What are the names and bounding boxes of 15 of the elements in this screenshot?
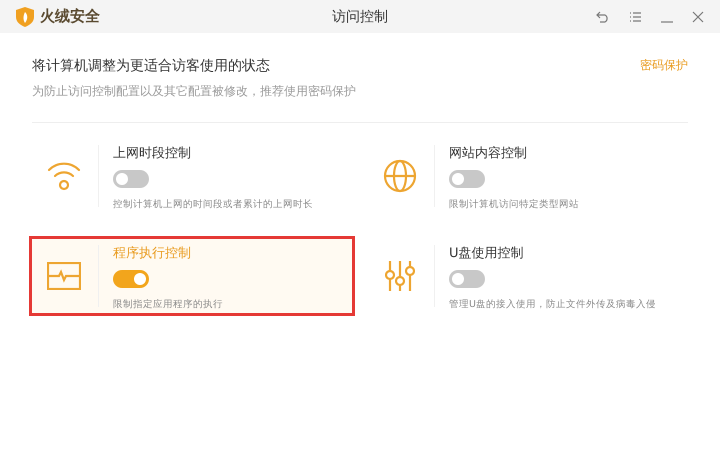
control-description: 限制计算机访问特定类型网站 <box>449 198 580 210</box>
brand-name: 火绒安全 <box>40 7 100 26</box>
control-title: U盘使用控制 <box>449 246 524 260</box>
page-heading: 将计算机调整为更适合访客使用的状态 <box>32 57 271 75</box>
control-card[interactable]: 上网时段控制 控制计算机上网的时间段或者累计的上网时长 <box>29 136 355 216</box>
control-description: 控制计算机上网的时间段或者累计的上网时长 <box>113 198 314 210</box>
control-title: 上网时段控制 <box>113 146 191 160</box>
control-title: 网站内容控制 <box>449 146 527 160</box>
control-card[interactable]: U盘使用控制 管理U盘的接入使用，防止文件外传及病毒入侵 <box>365 236 691 316</box>
control-description: 限制指定应用程序的执行 <box>113 298 224 310</box>
page-description: 为防止访问控制配置以及其它配置被修改，推荐使用密码保护 <box>32 83 356 100</box>
window-title: 访问控制 <box>332 8 388 26</box>
control-title: 程序执行控制 <box>113 246 191 260</box>
control-description: 管理U盘的接入使用，防止文件外传及病毒入侵 <box>449 298 657 310</box>
control-card[interactable]: 网站内容控制 限制计算机访问特定类型网站 <box>365 136 691 216</box>
